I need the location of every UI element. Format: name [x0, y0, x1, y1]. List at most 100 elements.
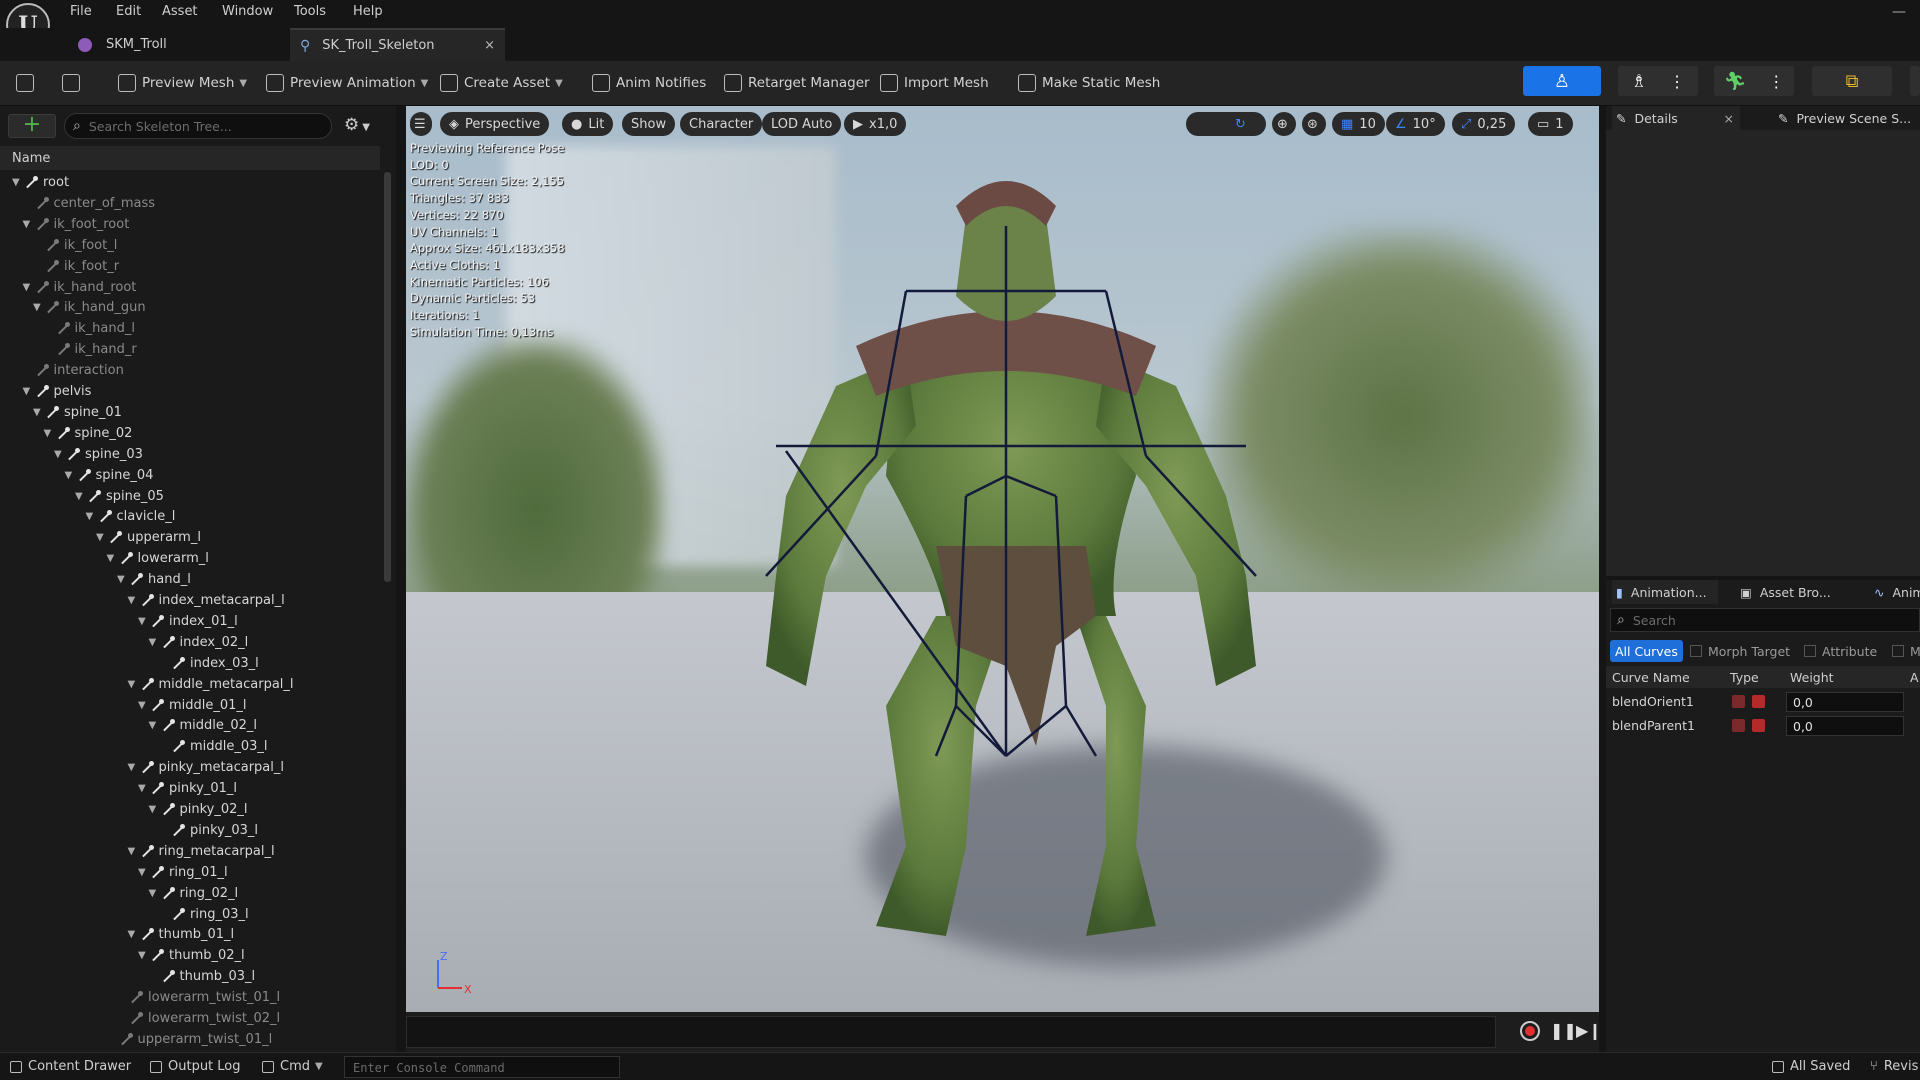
- record-button[interactable]: [1520, 1021, 1540, 1041]
- tree-row[interactable]: ▼ pinky_01_l: [138, 778, 237, 799]
- tree-row[interactable]: ▼ root: [12, 172, 69, 193]
- tree-row[interactable]: ▼ spine_02: [44, 423, 133, 444]
- tree-row[interactable]: ▼ ring_01_l: [138, 862, 228, 883]
- menu-asset[interactable]: Asset: [162, 4, 198, 19]
- tree-row[interactable]: ▼ ik_hand_gun: [33, 297, 146, 318]
- viewport[interactable]: ☰ ◈ Perspective ● Lit Show Character LOD A…: [406, 106, 1599, 1012]
- tree-row[interactable]: ik_foot_l: [33, 235, 117, 256]
- expand-arrow-icon[interactable]: ▼: [33, 302, 45, 313]
- expand-arrow-icon[interactable]: ▼: [149, 804, 161, 815]
- show-button[interactable]: Show: [622, 112, 676, 136]
- expand-arrow-icon[interactable]: ▼: [128, 679, 140, 690]
- weight-field[interactable]: 0,0: [1786, 716, 1904, 736]
- expand-arrow-icon[interactable]: ▼: [23, 386, 35, 397]
- tree-row[interactable]: ▼ pinky_metacarpal_l: [128, 757, 285, 778]
- camera-speed-button[interactable]: ▭ 1: [1528, 112, 1573, 136]
- tree-row[interactable]: ▼ index_01_l: [138, 611, 238, 632]
- tree-row[interactable]: ▼ thumb_02_l: [138, 945, 245, 966]
- expand-arrow-icon[interactable]: ▼: [23, 219, 35, 230]
- tree-row[interactable]: ▼ middle_01_l: [138, 695, 247, 716]
- expand-arrow-icon[interactable]: ▼: [33, 407, 45, 418]
- tree-scrollbar[interactable]: [384, 172, 391, 582]
- tab-close-icon[interactable]: ×: [484, 38, 495, 53]
- character-button[interactable]: Character: [680, 112, 763, 136]
- tree-row[interactable]: ▼ index_metacarpal_l: [128, 590, 285, 611]
- anim-notifies-button[interactable]: Anim Notifies: [592, 69, 706, 97]
- tab-skm-troll[interactable]: SKM_Troll: [70, 28, 280, 61]
- expand-arrow-icon[interactable]: ▼: [44, 428, 56, 439]
- revision-control-button[interactable]: ⑂ Revis: [1870, 1059, 1918, 1074]
- more-options-icon[interactable]: ⋮: [1669, 72, 1685, 91]
- create-asset-button[interactable]: Create Asset ▼: [440, 69, 563, 97]
- expand-arrow-icon[interactable]: ▼: [138, 700, 150, 711]
- expand-arrow-icon[interactable]: ▼: [75, 491, 87, 502]
- output-log-button[interactable]: Output Log: [150, 1059, 241, 1074]
- tab-animation[interactable]: ▮ Animation...: [1612, 580, 1718, 604]
- weight-field[interactable]: 0,0: [1786, 692, 1904, 712]
- grid-snap-button[interactable]: ▦ 10: [1332, 112, 1385, 136]
- expand-arrow-icon[interactable]: ▼: [128, 762, 140, 773]
- lod-button[interactable]: LOD Auto: [762, 112, 842, 136]
- filter-all-curves[interactable]: All Curves: [1610, 640, 1683, 662]
- more-options-icon[interactable]: ⋮: [1768, 72, 1784, 91]
- curve-search-input[interactable]: [1632, 612, 1893, 628]
- expand-arrow-icon[interactable]: ▼: [149, 637, 161, 648]
- physics-mode-button[interactable]: [1910, 66, 1920, 96]
- tab-details[interactable]: ✎ Details ×: [1612, 106, 1740, 130]
- filter-m[interactable]: M: [1892, 640, 1920, 662]
- tree-row[interactable]: ▼ upperarm_l: [96, 527, 201, 548]
- tree-row[interactable]: lowerarm_twist_02_l: [117, 1008, 280, 1029]
- tab-anim-curves[interactable]: ∿ Anim: [1870, 580, 1920, 604]
- tree-row[interactable]: thumb_03_l: [149, 966, 255, 987]
- expand-arrow-icon[interactable]: ▼: [86, 511, 98, 522]
- pause-icon[interactable]: ❚❚: [1550, 1021, 1577, 1040]
- expand-arrow-icon[interactable]: ▼: [107, 553, 119, 564]
- col-type[interactable]: Type: [1730, 670, 1759, 685]
- expand-arrow-icon[interactable]: ▼: [149, 888, 161, 899]
- expand-arrow-icon[interactable]: ▼: [128, 846, 140, 857]
- tree-row[interactable]: lowerarm_twist_01_l: [117, 987, 280, 1008]
- close-icon[interactable]: ×: [1724, 111, 1734, 126]
- tree-row[interactable]: ▼ ring_metacarpal_l: [128, 841, 275, 862]
- expand-arrow-icon[interactable]: ▼: [23, 282, 35, 293]
- animation-mode-button[interactable]: 🏃︎ ⋮: [1714, 66, 1794, 96]
- preview-animation-button[interactable]: Preview Animation ▼: [266, 69, 428, 97]
- tree-row[interactable]: middle_03_l: [159, 736, 268, 757]
- tree-row[interactable]: index_03_l: [159, 653, 259, 674]
- expand-arrow-icon[interactable]: ▼: [138, 950, 150, 961]
- viewport-options-icon[interactable]: ☰: [410, 112, 432, 136]
- timeline-scrubber[interactable]: [406, 1016, 1496, 1048]
- content-drawer-button[interactable]: Content Drawer: [10, 1059, 131, 1074]
- expand-arrow-icon[interactable]: ▼: [65, 470, 77, 481]
- expand-arrow-icon[interactable]: ▼: [54, 449, 66, 460]
- expand-arrow-icon[interactable]: ▼: [128, 929, 140, 940]
- all-saved-indicator[interactable]: All Saved: [1772, 1059, 1850, 1074]
- tree-row[interactable]: ▼ index_02_l: [149, 632, 249, 653]
- expand-arrow-icon[interactable]: ▼: [149, 720, 161, 731]
- add-socket-button[interactable]: +: [8, 114, 56, 138]
- expand-arrow-icon[interactable]: ▼: [117, 574, 129, 585]
- expand-arrow-icon[interactable]: ▼: [12, 177, 24, 188]
- tree-row[interactable]: ▼ spine_03: [54, 444, 143, 465]
- make-static-mesh-button[interactable]: Make Static Mesh: [1018, 69, 1160, 97]
- tree-row[interactable]: ▼ spine_05: [75, 486, 164, 507]
- filter-attribute[interactable]: Attribute: [1804, 640, 1877, 662]
- col-a[interactable]: A: [1910, 670, 1919, 685]
- mesh-mode-button[interactable]: ♗ ⋮: [1618, 66, 1698, 96]
- retarget-manager-button[interactable]: Retarget Manager: [724, 69, 870, 97]
- menu-window[interactable]: Window: [222, 4, 273, 19]
- surface-snap-icon[interactable]: ⊕: [1272, 112, 1296, 136]
- menu-file[interactable]: File: [70, 4, 92, 19]
- transform-tools[interactable]: ↻: [1186, 112, 1266, 136]
- lit-button[interactable]: ● Lit: [562, 112, 614, 136]
- tree-row[interactable]: ik_hand_l: [44, 318, 135, 339]
- skeleton-mode-button[interactable]: ♙: [1523, 66, 1601, 96]
- rotation-snap-button[interactable]: ∠ 10°: [1386, 112, 1445, 136]
- tree-row[interactable]: ▼ middle_02_l: [149, 715, 258, 736]
- tree-row[interactable]: ▼ ik_foot_root: [23, 214, 130, 235]
- blueprint-mode-button[interactable]: ⧉: [1812, 66, 1892, 96]
- settings-gear-icon[interactable]: ⚙ ▼: [344, 115, 370, 135]
- tree-row[interactable]: ▼ middle_metacarpal_l: [128, 674, 294, 695]
- tree-row[interactable]: ▼ lowerarm_l: [107, 548, 209, 569]
- tree-row[interactable]: ▼ ring_02_l: [149, 883, 239, 904]
